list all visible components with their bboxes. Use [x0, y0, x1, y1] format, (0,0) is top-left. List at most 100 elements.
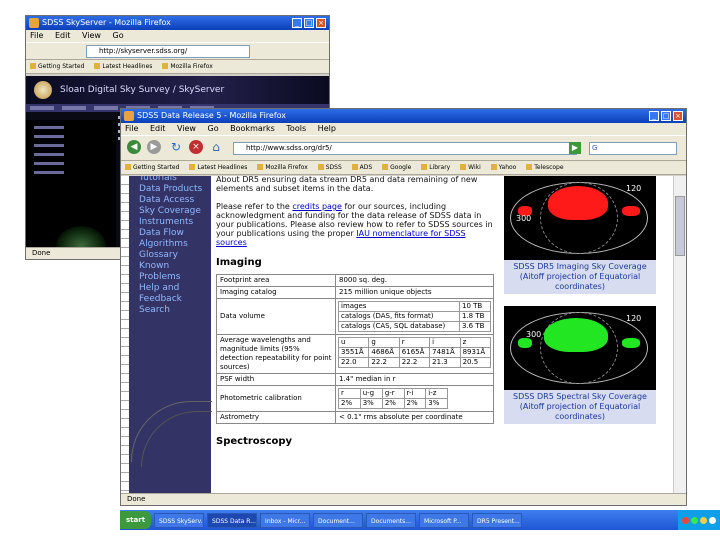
spectral-stripe	[622, 338, 640, 348]
go-icon[interactable]: ▶	[569, 142, 581, 154]
back-window-titlebar[interactable]: SDSS SkyServer - Mozilla Firefox _ □ ×	[26, 16, 329, 30]
start-button[interactable]: start	[120, 511, 152, 529]
bookmark-item[interactable]: Library	[421, 164, 450, 171]
stop-icon[interactable]: ×	[189, 140, 203, 154]
back-icon[interactable]: ◀	[127, 140, 141, 154]
tray-icon[interactable]	[700, 516, 707, 524]
taskbar-item[interactable]: Document...	[313, 512, 364, 528]
bookmark-item[interactable]: ADS	[352, 164, 373, 171]
nav-known-problems[interactable]: Known Problems	[139, 261, 199, 283]
nav-tutorials[interactable]: Tutorials	[139, 176, 177, 184]
taskbar-item[interactable]: Microsoft P...	[419, 512, 470, 528]
menu-item[interactable]: Edit	[55, 31, 71, 40]
sdss-banner-text: Sloan Digital Sky Survey / SkyServer	[60, 85, 225, 95]
close-icon[interactable]: ×	[673, 111, 683, 121]
bookmark-item[interactable]: Telescope	[526, 164, 563, 171]
nav-help-feedback[interactable]: Help and Feedback	[139, 283, 199, 305]
bookmark-item[interactable]: Mozilla Firefox	[162, 63, 212, 70]
bookmark-item[interactable]: Latest Headlines	[94, 63, 152, 70]
photometric-subtable: r u-g g-r r-i i-z 2% 3% 2% 2% 3%	[338, 388, 448, 409]
spectral-sky-map[interactable]: 300 120	[504, 306, 656, 390]
menu-help[interactable]: Help	[318, 124, 336, 133]
photometric-label: Photometric calibration	[216, 385, 336, 412]
sdss-logo-icon	[34, 81, 52, 99]
volume-subtable: images 10 TB catalogs (DAS, fits format) 1…	[338, 301, 491, 332]
menu-bookmarks[interactable]: Bookmarks	[230, 124, 275, 133]
taskbar-item[interactable]: Documents...	[366, 512, 417, 528]
bookmark-item[interactable]: Mozilla Firefox	[257, 164, 307, 171]
firefox-icon	[29, 18, 39, 28]
menu-tools[interactable]: Tools	[286, 124, 306, 133]
bookmark-item[interactable]: Getting Started	[30, 63, 84, 70]
front-window-title: SDSS Data Release 5 - Mozilla Firefox	[137, 111, 287, 120]
spectral-coverage-caption: SDSS DR5 Spectral Sky Coverage (Aitoff p…	[504, 390, 656, 424]
nav-data-access[interactable]: Data Access	[139, 195, 194, 206]
astrometry-label: Astrometry	[216, 411, 336, 424]
taskbar-item-active[interactable]: SDSS Data R...	[207, 512, 258, 528]
menu-go[interactable]: Go	[208, 124, 219, 133]
taskbar-item[interactable]: DR5 Present...	[472, 512, 523, 528]
back-address-input[interactable]: http://skyserver.sdss.org/	[86, 45, 250, 58]
front-navigation-toolbar: ◀ ▶ ↻ × ⌂ http://www.sdss.org/dr5/ ▶ G	[121, 135, 686, 161]
front-window-titlebar[interactable]: SDSS Data Release 5 - Mozilla Firefox _ …	[121, 109, 686, 123]
maximize-icon[interactable]: □	[661, 111, 671, 121]
nav-data-products[interactable]: Data Products	[139, 184, 202, 195]
spectroscopy-heading: Spectroscopy	[216, 436, 293, 447]
vertical-scrollbar[interactable]	[673, 176, 686, 494]
astrometry-value: < 0.1" rms absolute per coordinate	[335, 411, 494, 424]
bookmark-item[interactable]: Google	[382, 164, 411, 171]
tray-icon[interactable]	[682, 516, 689, 524]
psf-label: PSF width	[216, 373, 336, 386]
back-bookmarks-bar: Getting Started Latest Headlines Mozilla…	[26, 60, 329, 74]
bookmark-item[interactable]: SDSS	[318, 164, 342, 171]
imaging-heading: Imaging	[216, 257, 262, 268]
taskbar-item[interactable]: SDSS SkyServ...	[154, 512, 205, 528]
footprint-label: Footprint area	[216, 274, 336, 287]
nav-search[interactable]: Search	[139, 305, 170, 316]
menu-item[interactable]: View	[82, 31, 101, 40]
firefox-icon	[124, 111, 134, 121]
system-tray	[678, 510, 720, 530]
menu-file[interactable]: File	[125, 124, 138, 133]
menu-item[interactable]: File	[30, 31, 43, 40]
front-browser-window[interactable]: SDSS Data Release 5 - Mozilla Firefox _ …	[120, 108, 687, 506]
map-tick-label: 300	[526, 330, 542, 339]
taskbar-item[interactable]: Inbox - Micr...	[260, 512, 311, 528]
front-bookmarks-bar: Getting Started Latest Headlines Mozilla…	[121, 161, 686, 175]
front-page-content: Tutorials Data Products Data Access Sky …	[121, 176, 686, 494]
bookmark-item[interactable]: Latest Headlines	[189, 164, 247, 171]
search-icon: G	[592, 144, 598, 152]
address-input[interactable]: http://www.sdss.org/dr5/	[233, 142, 577, 155]
maximize-icon[interactable]: □	[304, 18, 314, 28]
close-icon[interactable]: ×	[316, 18, 326, 28]
front-statusbar: Done	[121, 493, 686, 505]
nav-sky-coverage[interactable]: Sky Coverage	[139, 206, 201, 217]
bookmark-item[interactable]: Wiki	[460, 164, 481, 171]
minimize-icon[interactable]: _	[649, 111, 659, 121]
nav-glossary[interactable]: Glossary	[139, 250, 178, 261]
imaging-coverage-caption: SDSS DR5 Imaging Sky Coverage (Aitoff pr…	[504, 260, 656, 294]
back-toolbar: http://skyserver.sdss.org/	[26, 42, 329, 60]
tray-icon[interactable]	[709, 516, 716, 524]
menu-item[interactable]: Go	[113, 31, 124, 40]
nav-algorithms[interactable]: Algorithms	[139, 239, 188, 250]
bookmark-item[interactable]: Getting Started	[125, 164, 179, 171]
menu-edit[interactable]: Edit	[150, 124, 166, 133]
imaging-sky-map[interactable]: 300 120	[504, 176, 656, 260]
nav-instruments[interactable]: Instruments	[139, 217, 193, 228]
bookmark-item[interactable]: Yahoo	[491, 164, 517, 171]
search-input[interactable]: G	[589, 142, 677, 155]
minimize-icon[interactable]: _	[292, 18, 302, 28]
main-content-column: About DR5 ensuring data stream DR5 and d…	[216, 176, 496, 447]
tray-icon[interactable]	[691, 516, 698, 524]
psf-value: 1.4" median in r	[335, 373, 494, 386]
reload-icon[interactable]: ↻	[169, 140, 183, 154]
menu-view[interactable]: View	[177, 124, 196, 133]
back-menubar: File Edit View Go	[26, 30, 329, 42]
catalog-value: 215 million unique objects	[335, 286, 494, 299]
footprint-value: 8000 sq. deg.	[335, 274, 494, 287]
forward-icon[interactable]: ▶	[147, 140, 161, 154]
credits-page-link[interactable]: credits page	[292, 202, 342, 211]
nav-data-flow[interactable]: Data Flow	[139, 228, 184, 239]
home-icon[interactable]: ⌂	[209, 140, 223, 154]
